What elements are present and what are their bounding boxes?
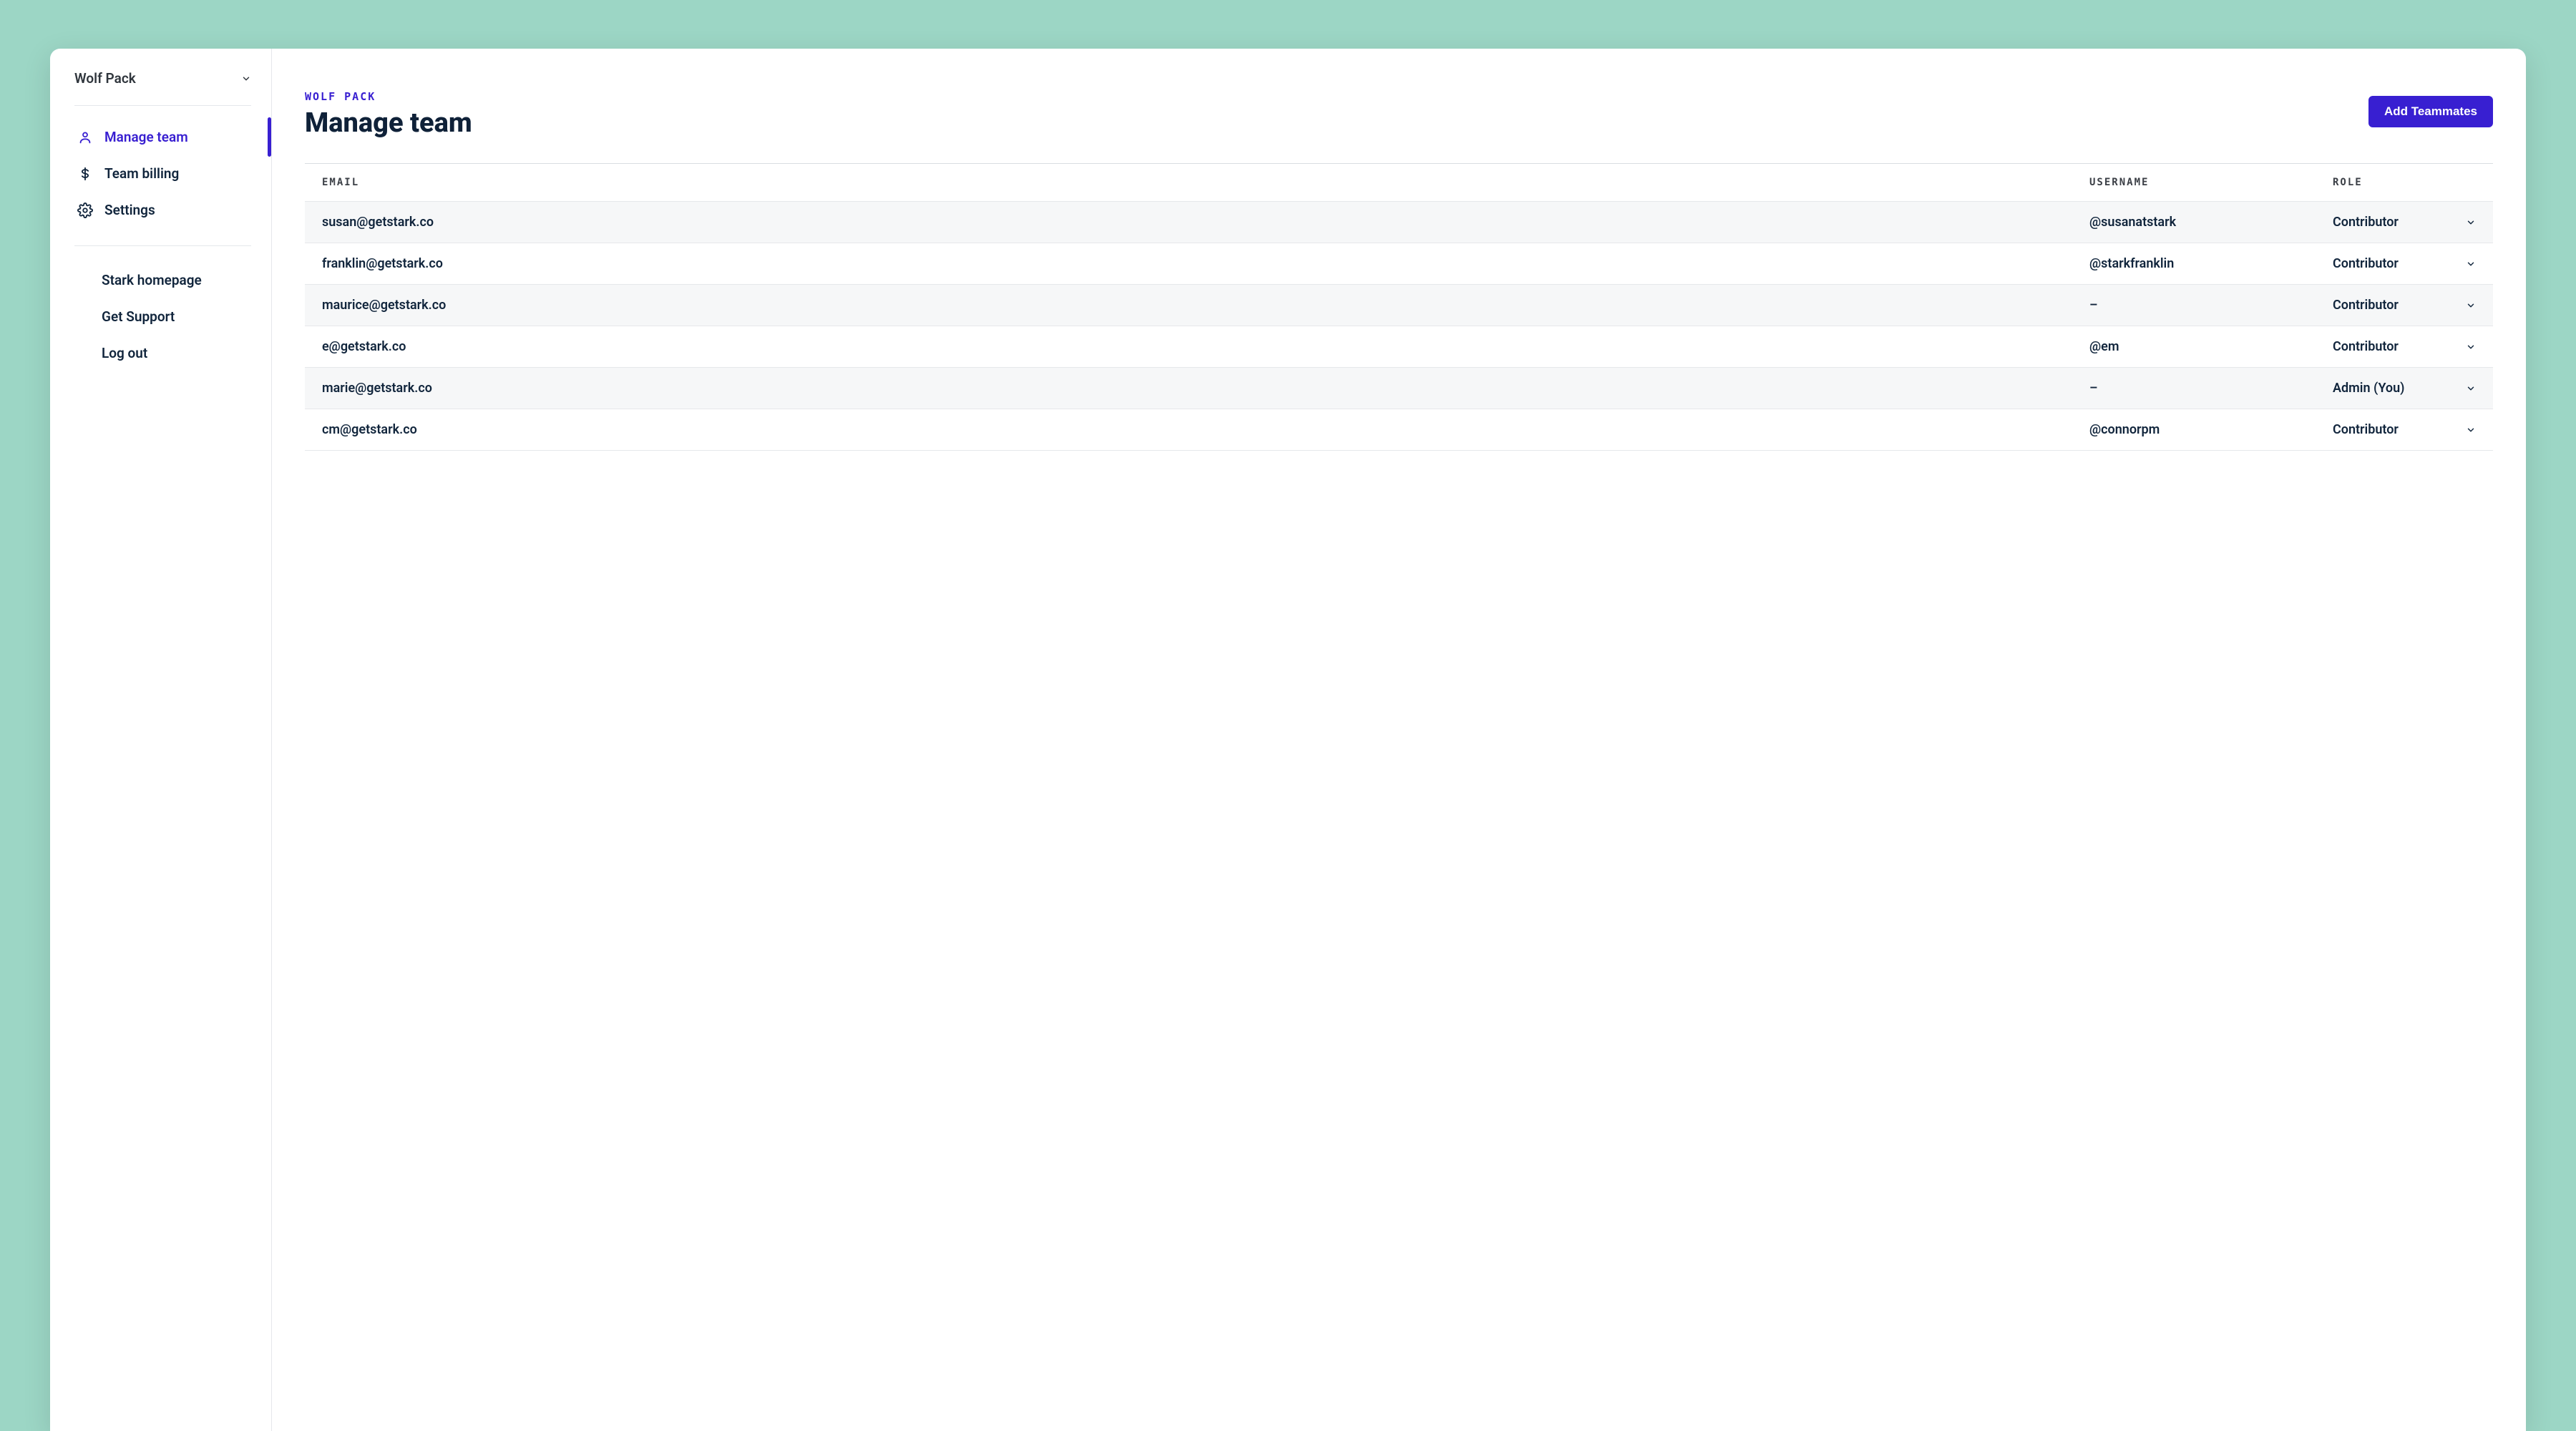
cell-role: Contributor bbox=[2333, 422, 2399, 437]
cell-username: @connorpm bbox=[2089, 422, 2333, 437]
sidebar-divider bbox=[74, 245, 251, 246]
cell-email: susan@getstark.co bbox=[322, 215, 2089, 230]
cell-username: @susanatstark bbox=[2089, 215, 2333, 230]
table-row: franklin@getstark.co @starkfranklin Cont… bbox=[305, 243, 2493, 284]
link-label: Get Support bbox=[102, 308, 175, 325]
chevron-down-icon bbox=[2466, 259, 2476, 269]
link-label: Log out bbox=[102, 345, 147, 361]
cell-role: Contributor bbox=[2333, 298, 2399, 313]
team-switcher[interactable]: Wolf Pack bbox=[74, 70, 251, 106]
primary-nav: Manage team Team billing Settings bbox=[74, 106, 251, 241]
cell-role: Contributor bbox=[2333, 256, 2399, 271]
cell-email: franklin@getstark.co bbox=[322, 256, 2089, 271]
cell-email: marie@getstark.co bbox=[322, 381, 2089, 396]
secondary-nav: Stark homepage Get Support Log out bbox=[74, 249, 251, 384]
sidebar: Wolf Pack Manage team Team billing bbox=[50, 49, 272, 1431]
cell-role: Contributor bbox=[2333, 339, 2399, 354]
team-name: Wolf Pack bbox=[74, 70, 136, 87]
cell-email: cm@getstark.co bbox=[322, 422, 2089, 437]
link-log-out[interactable]: Log out bbox=[74, 335, 251, 371]
add-teammates-button[interactable]: Add Teammates bbox=[2368, 96, 2493, 127]
cell-username: @em bbox=[2089, 339, 2333, 354]
cell-role: Admin (You) bbox=[2333, 381, 2404, 396]
cell-username: – bbox=[2089, 298, 2333, 313]
cell-role: Contributor bbox=[2333, 215, 2399, 230]
gear-icon bbox=[77, 202, 93, 218]
nav-label: Manage team bbox=[104, 129, 188, 145]
col-role: ROLE bbox=[2333, 177, 2476, 188]
table-row: cm@getstark.co @connorpm Contributor bbox=[305, 409, 2493, 451]
nav-label: Settings bbox=[104, 202, 155, 218]
role-dropdown[interactable]: Contributor bbox=[2333, 215, 2476, 230]
team-table: EMAIL USERNAME ROLE susan@getstark.co @s… bbox=[305, 163, 2493, 451]
main-content: WOLF PACK Manage team Add Teammates EMAI… bbox=[272, 49, 2526, 1431]
role-dropdown[interactable]: Admin (You) bbox=[2333, 381, 2476, 396]
app-card: Wolf Pack Manage team Team billing bbox=[50, 49, 2526, 1431]
role-dropdown[interactable]: Contributor bbox=[2333, 256, 2476, 271]
breadcrumb: WOLF PACK bbox=[305, 90, 2493, 103]
cell-email: e@getstark.co bbox=[322, 339, 2089, 354]
col-email: EMAIL bbox=[322, 177, 2089, 188]
role-dropdown[interactable]: Contributor bbox=[2333, 422, 2476, 437]
chevron-down-icon bbox=[2466, 301, 2476, 311]
col-username: USERNAME bbox=[2089, 177, 2333, 188]
chevron-down-icon bbox=[241, 74, 251, 84]
link-label: Stark homepage bbox=[102, 272, 202, 288]
table-row: susan@getstark.co @susanatstark Contribu… bbox=[305, 201, 2493, 243]
cell-email: maurice@getstark.co bbox=[322, 298, 2089, 313]
cell-username: @starkfranklin bbox=[2089, 256, 2333, 271]
table-row: maurice@getstark.co – Contributor bbox=[305, 284, 2493, 326]
table-row: marie@getstark.co – Admin (You) bbox=[305, 367, 2493, 409]
nav-manage-team[interactable]: Manage team bbox=[74, 119, 251, 155]
role-dropdown[interactable]: Contributor bbox=[2333, 339, 2476, 354]
chevron-down-icon bbox=[2466, 384, 2476, 394]
nav-settings[interactable]: Settings bbox=[74, 192, 251, 228]
person-icon bbox=[77, 130, 93, 145]
cell-username: – bbox=[2089, 381, 2333, 396]
page-title: Manage team bbox=[305, 107, 2493, 139]
nav-team-billing[interactable]: Team billing bbox=[74, 155, 251, 192]
link-stark-homepage[interactable]: Stark homepage bbox=[74, 262, 251, 298]
chevron-down-icon bbox=[2466, 342, 2476, 352]
nav-label: Team billing bbox=[104, 165, 179, 182]
chevron-down-icon bbox=[2466, 218, 2476, 228]
table-row: e@getstark.co @em Contributor bbox=[305, 326, 2493, 367]
link-get-support[interactable]: Get Support bbox=[74, 298, 251, 335]
dollar-icon bbox=[77, 166, 93, 182]
table-header: EMAIL USERNAME ROLE bbox=[305, 163, 2493, 201]
chevron-down-icon bbox=[2466, 425, 2476, 435]
role-dropdown[interactable]: Contributor bbox=[2333, 298, 2476, 313]
